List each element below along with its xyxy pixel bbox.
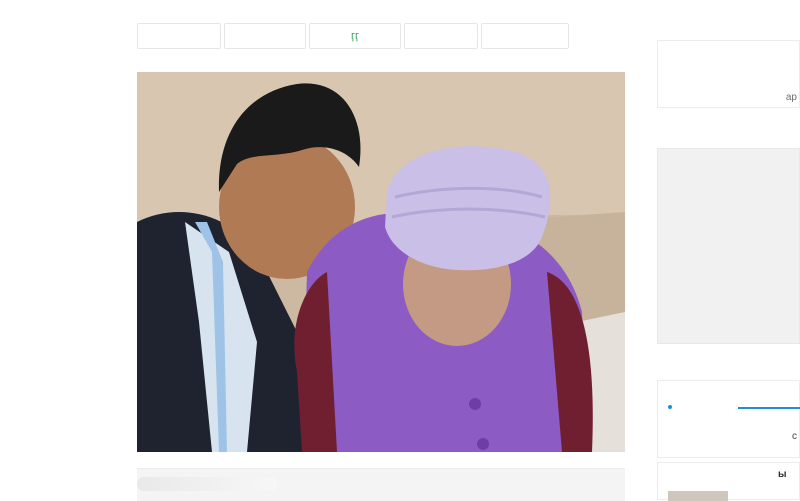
sidebar-top-block[interactable]: ар [657,40,800,108]
sidebar-top-label: ар [785,92,797,103]
article-photo[interactable] [137,72,625,452]
photo-illustration [137,72,625,452]
sidebar-widget: с [657,380,800,458]
photo-caption-bar [137,468,625,501]
top-tab-strip: ӷӷ [137,23,569,51]
widget-accent-line [738,407,800,409]
sidebar-bottom-label: ы [778,469,787,480]
sidebar-media-block[interactable] [657,148,800,344]
caption-text-blurred [137,477,277,491]
sidebar-bottom-block: ы [657,462,800,501]
tab-4[interactable] [404,23,478,49]
tab-2[interactable] [224,23,306,49]
tab-3[interactable]: ӷӷ [309,23,401,49]
widget-glyph: с [792,431,797,442]
tab-5[interactable] [481,23,569,49]
tab-1[interactable] [137,23,221,49]
widget-dot-icon [668,405,672,409]
